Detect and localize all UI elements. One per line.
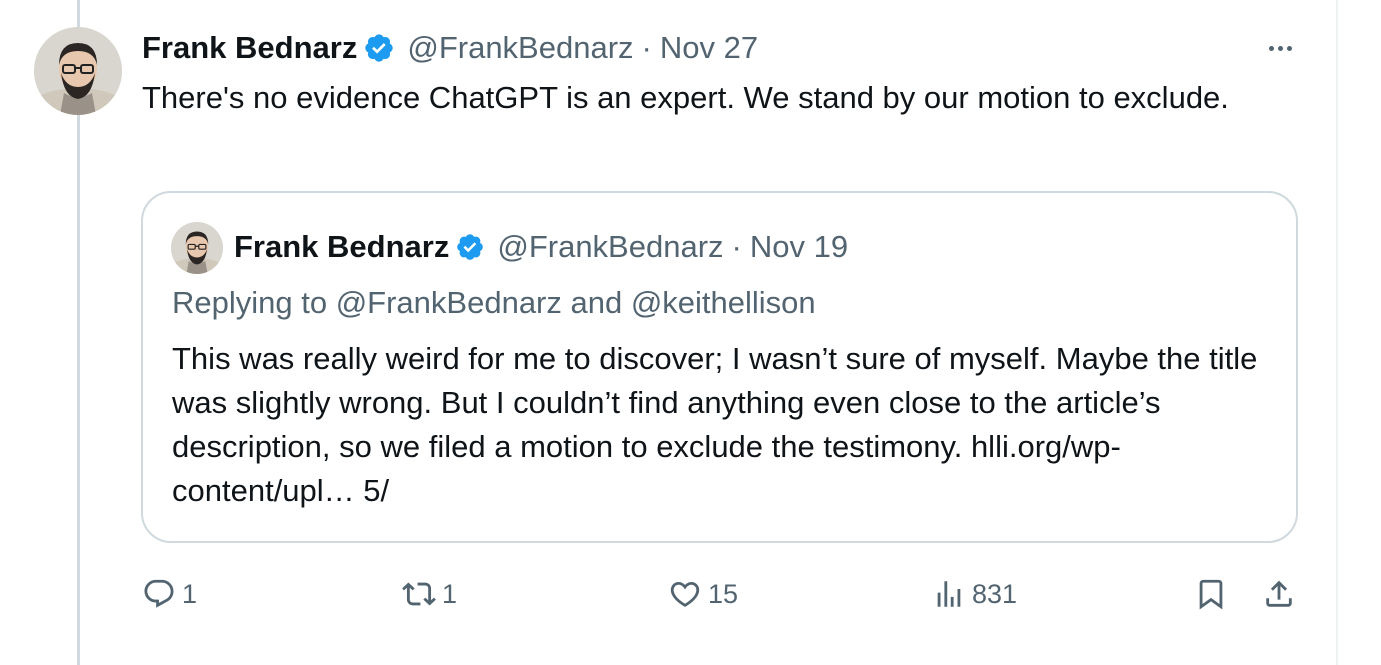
author-handle[interactable]: @FrankBednarz [407,30,633,66]
quoted-avatar [171,222,223,274]
bookmark-icon [1194,577,1228,611]
quoted-header: Frank Bednarz @FrankBednarz · Nov 19 [234,227,848,267]
retweet-button[interactable]: 1 [402,572,457,616]
action-bar: 1 1 15 831 [142,572,1302,616]
retweet-icon [402,577,436,611]
retweet-count: 1 [442,578,458,609]
reply-button[interactable]: 1 [142,572,197,616]
verified-badge-icon [455,232,485,262]
quoted-tweet[interactable]: Frank Bednarz @FrankBednarz · Nov 19 Rep… [141,191,1298,543]
views-icon [932,577,966,611]
replying-to: Replying to @FrankBednarz and @keithelli… [172,285,816,320]
author-name[interactable]: Frank Bednarz [142,30,357,66]
like-count: 15 [708,578,739,609]
quoted-text: This was really weird for me to discover… [172,341,1258,508]
tweet-header: Frank Bednarz @FrankBednarz · Nov 27 [142,28,758,68]
share-icon [1262,577,1296,611]
views-button[interactable]: 831 [932,572,1017,616]
share-button[interactable] [1262,572,1296,616]
separator-dot: · [641,30,652,65]
avatar[interactable] [34,27,122,115]
reply-count: 1 [182,578,198,609]
bookmark-button[interactable] [1194,572,1228,616]
reply-icon [142,577,176,611]
quoted-author-handle: @FrankBednarz [497,229,724,264]
quoted-date: Nov 19 [749,229,849,264]
tweet-date[interactable]: Nov 27 [660,30,758,66]
more-horizontal-icon[interactable] [1260,33,1300,63]
like-button[interactable]: 15 [668,572,738,616]
tweet-text: There's no evidence ChatGPT is an expert… [142,80,1229,115]
quoted-author-name: Frank Bednarz [234,229,450,264]
views-count: 831 [972,578,1018,609]
heart-icon [668,577,702,611]
separator-dot: · [731,229,742,264]
column-divider [1336,0,1338,665]
verified-badge-icon [363,32,395,64]
